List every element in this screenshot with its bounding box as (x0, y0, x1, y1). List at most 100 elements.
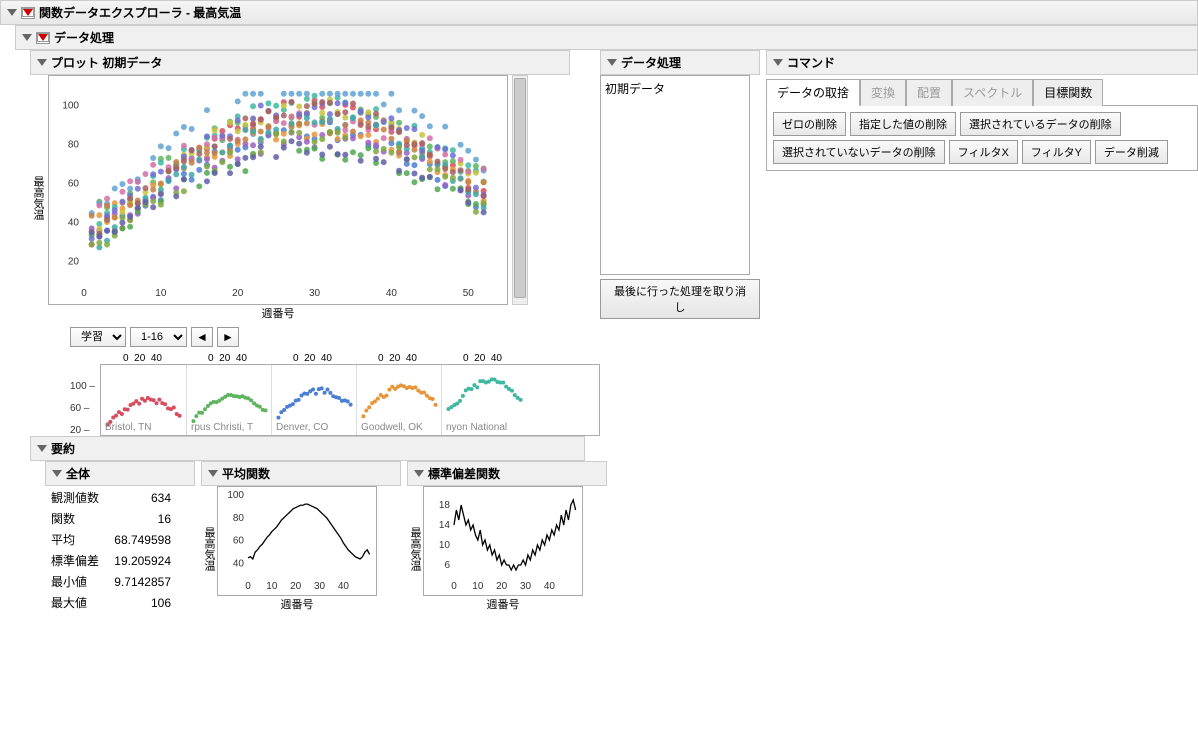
mini-chart-0[interactable]: Bristol, TN (101, 365, 186, 435)
stat-label: 関数 (47, 509, 103, 528)
svg-text:80: 80 (68, 140, 80, 151)
disclosure-icon[interactable] (208, 470, 218, 477)
mini-city-label: Bristol, TN (105, 422, 183, 433)
learn-select[interactable]: 学習 (70, 327, 126, 347)
svg-text:20: 20 (290, 581, 302, 592)
command-button-group: ゼロの削除指定した値の削除選択されているデータの削除選択されていないデータの削除… (766, 105, 1198, 171)
menu-icon[interactable] (21, 7, 35, 19)
svg-text:100: 100 (227, 490, 244, 501)
mini-city-label: Goodwell, OK (361, 422, 439, 433)
stat-label: 最大値 (47, 593, 103, 612)
cmd-btn-5[interactable]: フィルタY (1022, 140, 1091, 164)
svg-text:30: 30 (309, 288, 321, 299)
tab-2[interactable]: 配置 (906, 79, 952, 106)
stat-value: 106 (105, 593, 175, 612)
svg-text:40: 40 (68, 218, 80, 229)
disclosure-icon[interactable] (37, 445, 47, 452)
small-multiples[interactable]: Bristol, TN rpus Christi, TDenver, CO Good… (100, 364, 600, 436)
cmd-header: コマンド (766, 50, 1198, 75)
stat-label: 最小値 (47, 572, 103, 591)
cmd-title: コマンド (787, 54, 835, 71)
plot-title: プロット 初期データ (51, 54, 162, 71)
svg-text:10: 10 (439, 540, 451, 551)
cmd-btn-0[interactable]: ゼロの削除 (773, 112, 846, 136)
meanfn-header: 平均関数 (201, 461, 401, 486)
cmd-btn-1[interactable]: 指定した値の削除 (850, 112, 956, 136)
svg-text:40: 40 (386, 288, 398, 299)
proc-title: データ処理 (54, 29, 114, 46)
mini-chart-1[interactable]: rpus Christi, T (186, 365, 271, 435)
mini-chart-2[interactable]: Denver, CO (271, 365, 356, 435)
cmd-btn-4[interactable]: フィルタX (949, 140, 1018, 164)
svg-text:80: 80 (233, 513, 245, 524)
sdfn-header: 標準偏差関数 (407, 461, 607, 486)
sdfn-title: 標準偏差関数 (428, 465, 500, 482)
range-select[interactable]: 1-16 (130, 327, 187, 347)
mini-city-label: rpus Christi, T (191, 422, 269, 433)
cmd-btn-6[interactable]: データ削減 (1095, 140, 1168, 164)
x-axis-label: 週番号 (423, 596, 583, 612)
stats-table: 観測値数634 関数16 平均68.749598 標準偏差19.205924 最… (45, 486, 177, 614)
main-scatter-chart[interactable]: 0102030405020406080100 (48, 75, 508, 305)
stat-value: 19.205924 (105, 551, 175, 570)
disclosure-icon[interactable] (607, 59, 617, 66)
overall-title: 全体 (66, 465, 90, 482)
svg-text:6: 6 (444, 560, 450, 571)
command-tabs: データの取捨変換配置スペクトル目標関数 (766, 79, 1198, 106)
svg-text:20: 20 (496, 581, 508, 592)
y-axis-label: 最高気温 (407, 527, 423, 571)
disclosure-icon[interactable] (37, 59, 47, 66)
svg-text:40: 40 (233, 559, 245, 570)
x-axis-label: 週番号 (217, 596, 377, 612)
svg-text:50: 50 (463, 288, 475, 299)
list-item[interactable]: 初期データ (605, 80, 745, 97)
tab-4[interactable]: 目標関数 (1033, 79, 1103, 106)
mean-fn-chart[interactable]: 010203040406080100 (217, 486, 377, 596)
mini-xtick: 0 20 40 (440, 353, 525, 364)
tab-3[interactable]: スペクトル (952, 79, 1033, 106)
stat-label: 観測値数 (47, 488, 103, 507)
mini-chart-4[interactable]: nyon National (441, 365, 526, 435)
svg-text:20: 20 (232, 288, 244, 299)
cmd-btn-3[interactable]: 選択されていないデータの削除 (773, 140, 945, 164)
svg-text:0: 0 (245, 581, 251, 592)
history-listbox[interactable]: 初期データ (600, 75, 750, 275)
y-axis-label: 最高気温 (201, 527, 217, 571)
menu-icon[interactable] (36, 32, 50, 44)
meanfn-title: 平均関数 (222, 465, 270, 482)
svg-text:40: 40 (338, 581, 350, 592)
svg-text:60: 60 (233, 536, 245, 547)
disclosure-icon[interactable] (773, 59, 783, 66)
svg-text:20: 20 (68, 257, 80, 268)
mini-xtick: 0 20 40 (355, 353, 440, 364)
prev-button[interactable]: ◄ (191, 327, 213, 347)
svg-text:14: 14 (439, 520, 451, 531)
sd-fn-chart[interactable]: 0102030406101418 (423, 486, 583, 596)
cmd-btn-2[interactable]: 選択されているデータの削除 (960, 112, 1121, 136)
undo-button[interactable]: 最後に行った処理を取り消し (600, 279, 760, 319)
mini-ytick: 100 –60 –20 – (70, 381, 95, 436)
disclosure-icon[interactable] (7, 9, 17, 16)
svg-text:60: 60 (68, 179, 80, 190)
disclosure-icon[interactable] (52, 470, 62, 477)
summary-header: 要約 (30, 436, 585, 461)
mini-xtick: 0 20 40 (185, 353, 270, 364)
tab-1[interactable]: 変換 (860, 79, 906, 106)
main-header: 関数データエクスプローラ - 最高気温 (0, 0, 1198, 25)
svg-text:0: 0 (451, 581, 457, 592)
disclosure-icon[interactable] (22, 34, 32, 41)
svg-text:10: 10 (155, 288, 167, 299)
tab-0[interactable]: データの取捨 (766, 79, 860, 106)
svg-text:30: 30 (314, 581, 326, 592)
mini-chart-3[interactable]: Goodwell, OK (356, 365, 441, 435)
stat-value: 634 (105, 488, 175, 507)
plot-header: プロット 初期データ (30, 50, 570, 75)
summary-title: 要約 (51, 440, 75, 457)
svg-text:40: 40 (544, 581, 556, 592)
next-button[interactable]: ► (217, 327, 239, 347)
procpanel-title: データ処理 (621, 54, 681, 71)
stat-label: 標準偏差 (47, 551, 103, 570)
disclosure-icon[interactable] (414, 470, 424, 477)
vertical-scrollbar[interactable] (512, 75, 528, 305)
procpanel-header: データ処理 (600, 50, 760, 75)
